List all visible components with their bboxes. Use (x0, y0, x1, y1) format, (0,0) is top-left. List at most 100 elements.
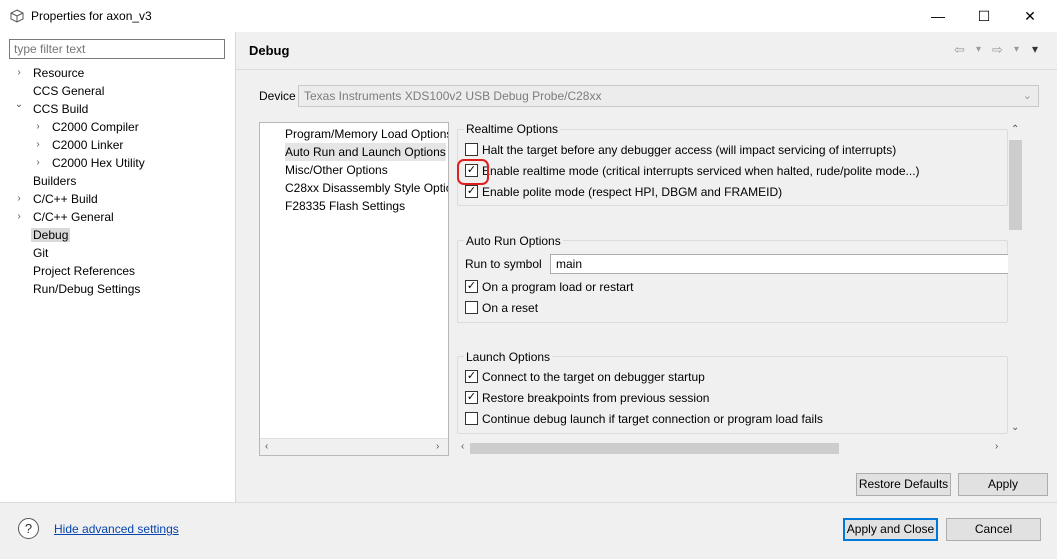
device-label: Device (259, 89, 296, 103)
back-dropdown-icon[interactable]: ▾ (976, 44, 981, 55)
scroll-left-icon[interactable]: ‹ (265, 441, 268, 452)
checkbox-box[interactable] (465, 301, 478, 314)
checkbox-label: Restore breakpoints from previous sessio… (482, 391, 710, 405)
checkbox-label: On a program load or restart (482, 280, 634, 294)
forward-arrow-icon[interactable]: ⇨ (992, 42, 1003, 58)
chevron-right-icon[interactable]: › (33, 136, 43, 154)
chevron-right-icon[interactable]: › (14, 208, 24, 226)
tree-item-c2000-compiler[interactable]: › C2000 Compiler (33, 118, 141, 136)
tree-item-label: C2000 Hex Utility (52, 156, 145, 170)
cancel-button[interactable]: Cancel (946, 518, 1041, 541)
tree-item-cpp-build[interactable]: › C/C++ Build (14, 190, 100, 208)
tree-item-builders[interactable]: Builders (14, 172, 78, 190)
connect-on-startup-checkbox[interactable]: ✓ Connect to the target on debugger star… (465, 369, 705, 385)
properties-app-icon (10, 9, 24, 23)
window-title: Properties for axon_v3 (31, 9, 152, 23)
restore-breakpoints-checkbox[interactable]: ✓ Restore breakpoints from previous sess… (465, 390, 709, 406)
category-horizontal-scrollbar[interactable]: ‹ › (260, 438, 448, 455)
chevron-right-icon[interactable]: › (33, 154, 43, 172)
tree-item-label: Git (33, 246, 49, 260)
category-flash-settings[interactable]: F28335 Flash Settings (285, 197, 405, 215)
tree-item-label: Project References (33, 264, 136, 278)
scroll-up-icon[interactable]: ⌃ (1011, 124, 1019, 135)
tree-item-c2000-linker[interactable]: › C2000 Linker (33, 136, 125, 154)
scroll-right-icon[interactable]: › (995, 441, 998, 452)
tree-item-label: C/C++ General (33, 210, 114, 224)
run-on-reset-checkbox[interactable]: On a reset (465, 300, 538, 316)
run-on-load-checkbox[interactable]: ✓ On a program load or restart (465, 279, 633, 295)
category-program-memory-load[interactable]: Program/Memory Load Options (285, 125, 448, 143)
view-menu-icon[interactable]: ▾ (1032, 42, 1038, 56)
check-icon[interactable]: ✓ (465, 391, 478, 404)
tree-item-label: C2000 Compiler (52, 120, 139, 134)
checkbox-label: Continue debug launch if target connecti… (482, 412, 823, 426)
scroll-left-icon[interactable]: ‹ (461, 441, 464, 452)
tree-item-c2000-hex-utility[interactable]: › C2000 Hex Utility (33, 154, 147, 172)
tree-item-label: CCS Build (33, 102, 89, 116)
maximize-button[interactable]: ☐ (961, 0, 1007, 32)
tree-item-label: C/C++ Build (33, 192, 98, 206)
tree-item-ccs-build[interactable]: ⌄ CCS Build (14, 99, 90, 118)
auto-run-options-title: Auto Run Options (464, 234, 563, 248)
chevron-right-icon[interactable]: › (14, 190, 24, 208)
device-value: Texas Instruments XDS100v2 USB Debug Pro… (304, 89, 602, 103)
page-title: Debug (249, 43, 290, 58)
realtime-mode-checkbox[interactable]: ✓ Enable realtime mode (critical interru… (465, 163, 920, 179)
apply-button[interactable]: Apply (958, 473, 1048, 496)
help-icon[interactable]: ? (18, 518, 39, 539)
checkbox-label: Enable realtime mode (critical interrupt… (482, 164, 920, 178)
check-icon[interactable]: ✓ (465, 185, 478, 198)
checkbox-label: Halt the target before any debugger acce… (482, 143, 897, 157)
category-auto-run-launch[interactable]: Auto Run and Launch Options (285, 143, 446, 161)
tree-item-debug[interactable]: Debug (14, 226, 71, 244)
check-icon[interactable]: ✓ (465, 280, 478, 293)
check-icon[interactable]: ✓ (465, 370, 478, 383)
continue-launch-checkbox[interactable]: Continue debug launch if target connecti… (465, 411, 823, 427)
tree-item-ccs-general[interactable]: CCS General (14, 82, 106, 100)
hide-advanced-settings-link[interactable]: Hide advanced settings (54, 522, 179, 536)
polite-mode-checkbox[interactable]: ✓ Enable polite mode (respect HPI, DBGM … (465, 184, 782, 200)
halt-target-checkbox[interactable]: Halt the target before any debugger acce… (465, 142, 896, 158)
checkbox-label: Connect to the target on debugger startu… (482, 370, 705, 384)
chevron-right-icon[interactable]: › (14, 64, 24, 82)
realtime-options-title: Realtime Options (464, 122, 561, 136)
category-disassembly-style[interactable]: C28xx Disassembly Style Options (285, 179, 448, 197)
tree-item-label: C2000 Linker (52, 138, 124, 152)
close-button[interactable]: ✕ (1007, 0, 1053, 32)
scroll-down-icon[interactable]: ⌄ (1011, 422, 1019, 433)
run-to-symbol-input[interactable]: main (550, 254, 1010, 274)
checkbox-label: Enable polite mode (respect HPI, DBGM an… (482, 185, 783, 199)
tree-item-cpp-general[interactable]: › C/C++ General (14, 208, 116, 226)
minimize-button[interactable]: — (915, 0, 961, 32)
apply-and-close-button[interactable]: Apply and Close (843, 518, 938, 541)
tree-item-run-debug-settings[interactable]: Run/Debug Settings (14, 280, 142, 298)
checkbox-box[interactable] (465, 143, 478, 156)
launch-options-title: Launch Options (464, 350, 553, 364)
restore-defaults-button[interactable]: Restore Defaults (856, 473, 951, 496)
horizontal-scroll-thumb[interactable] (470, 443, 839, 454)
filter-input[interactable] (9, 39, 225, 59)
vertical-scroll-thumb[interactable] (1009, 140, 1022, 230)
tree-item-label: Resource (33, 66, 85, 80)
tree-item-label: Run/Debug Settings (33, 282, 141, 296)
checkbox-box[interactable] (465, 412, 478, 425)
chevron-down-icon[interactable]: ⌄ (14, 96, 24, 114)
tree-item-git[interactable]: Git (14, 244, 50, 262)
highlight-annotation (457, 159, 489, 185)
checkbox-label: On a reset (482, 301, 539, 315)
chevron-down-icon: ⌄ (1022, 90, 1032, 102)
tree-item-label: Debug (31, 228, 71, 242)
forward-dropdown-icon[interactable]: ▾ (1014, 44, 1019, 55)
chevron-right-icon[interactable]: › (33, 118, 43, 136)
tree-item-resource[interactable]: › Resource (14, 64, 86, 82)
category-misc-other[interactable]: Misc/Other Options (285, 161, 388, 179)
tree-item-label: CCS General (33, 84, 105, 98)
category-list: Program/Memory Load Options Auto Run and… (259, 122, 449, 456)
scroll-right-icon[interactable]: › (436, 441, 439, 452)
back-arrow-icon[interactable]: ⇦ (954, 42, 965, 58)
page-header (236, 32, 1057, 70)
tree-item-project-references[interactable]: Project References (14, 262, 137, 280)
tree-item-label: Builders (33, 174, 77, 188)
device-select[interactable]: Texas Instruments XDS100v2 USB Debug Pro… (298, 85, 1039, 107)
title-bar (0, 0, 1057, 32)
